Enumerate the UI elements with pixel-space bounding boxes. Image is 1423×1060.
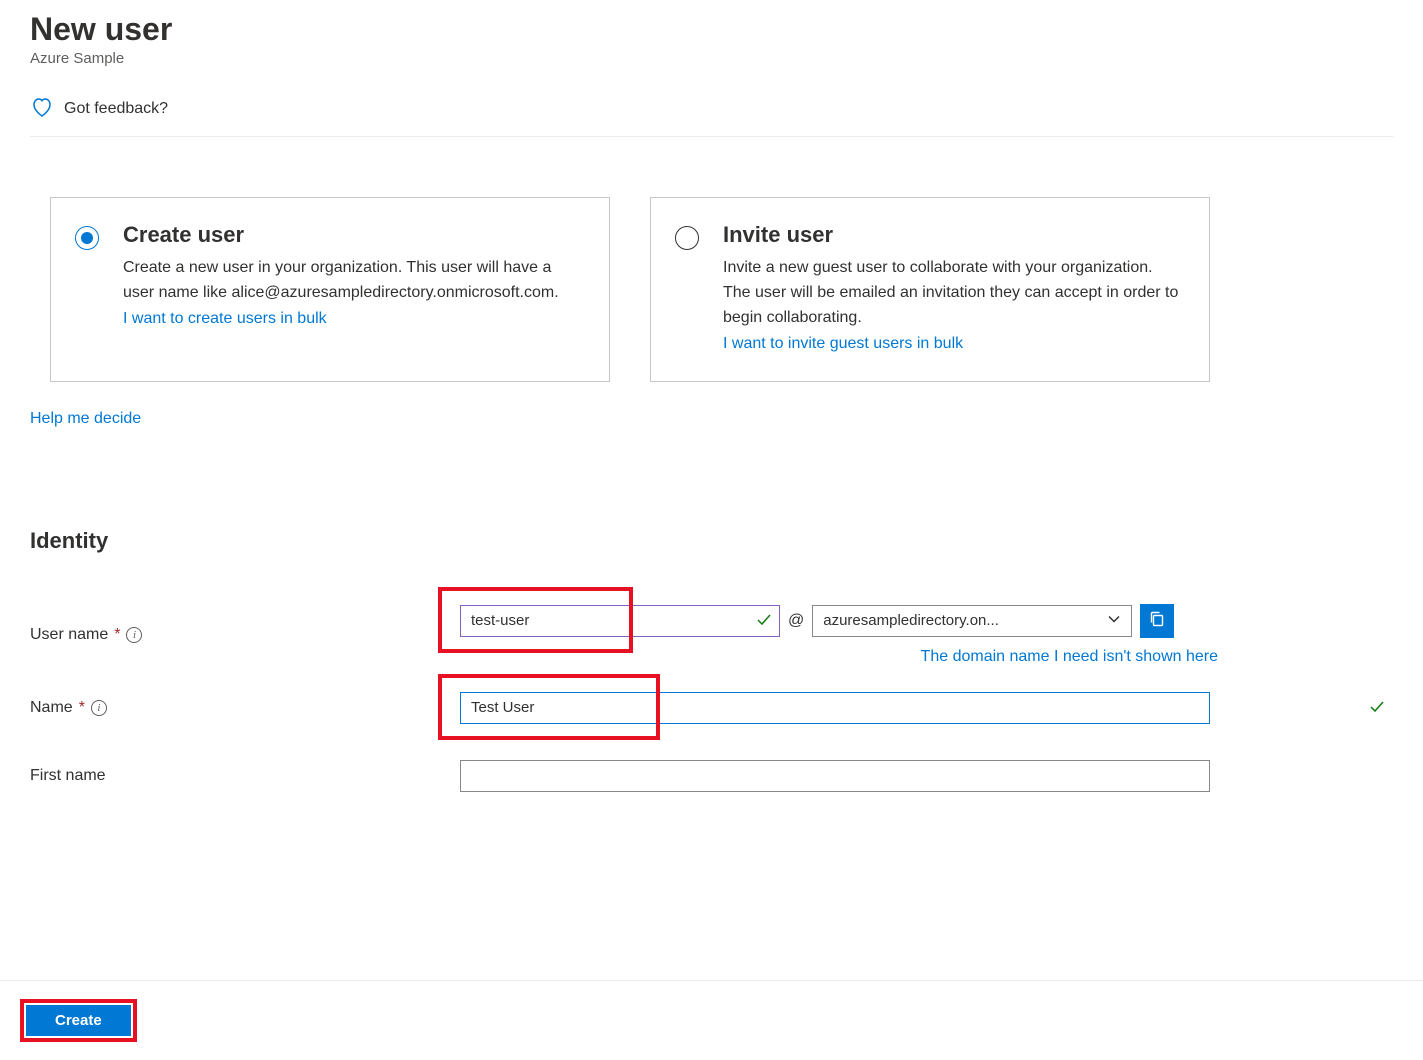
page-subtitle: Azure Sample <box>30 50 1393 67</box>
copy-icon <box>1148 610 1166 631</box>
first-name-label: First name <box>30 767 106 785</box>
check-icon <box>756 611 772 630</box>
required-indicator: * <box>114 626 120 644</box>
help-me-decide-link[interactable]: Help me decide <box>30 410 141 428</box>
name-input[interactable] <box>460 692 1210 724</box>
option-invite-user[interactable]: Invite user Invite a new guest user to c… <box>650 197 1210 381</box>
radio-invite-user[interactable] <box>675 226 699 250</box>
info-icon[interactable]: i <box>91 700 107 716</box>
info-icon[interactable]: i <box>126 627 142 643</box>
at-symbol: @ <box>788 612 804 630</box>
username-input[interactable] <box>460 605 780 637</box>
chevron-down-icon <box>1107 612 1121 629</box>
footer-bar: Create <box>0 980 1423 1060</box>
required-indicator: * <box>79 699 85 717</box>
feedback-label: Got feedback? <box>64 100 168 118</box>
copy-button[interactable] <box>1140 604 1174 638</box>
create-button[interactable]: Create <box>26 1005 131 1036</box>
option-create-title: Create user <box>123 222 581 248</box>
create-bulk-link[interactable]: I want to create users in bulk <box>123 310 581 328</box>
domain-select[interactable]: azuresampledirectory.on... <box>812 605 1132 637</box>
username-label: User name <box>30 626 108 644</box>
radio-create-user[interactable] <box>75 226 99 250</box>
option-invite-title: Invite user <box>723 222 1181 248</box>
heart-icon <box>30 95 54 122</box>
option-create-desc: Create a new user in your organization. … <box>123 256 581 306</box>
invite-bulk-link[interactable]: I want to invite guest users in bulk <box>723 335 1181 353</box>
option-invite-desc: Invite a new guest user to collaborate w… <box>723 256 1181 330</box>
feedback-row[interactable]: Got feedback? <box>30 95 1393 137</box>
identity-heading: Identity <box>30 528 1393 554</box>
check-icon <box>1369 698 1385 717</box>
domain-value: azuresampledirectory.on... <box>823 612 999 629</box>
name-label: Name <box>30 699 73 717</box>
page-title: New user <box>30 10 1393 48</box>
first-name-input[interactable] <box>460 760 1210 792</box>
option-create-user[interactable]: Create user Create a new user in your or… <box>50 197 610 381</box>
domain-help-link[interactable]: The domain name I need isn't shown here <box>921 648 1218 666</box>
